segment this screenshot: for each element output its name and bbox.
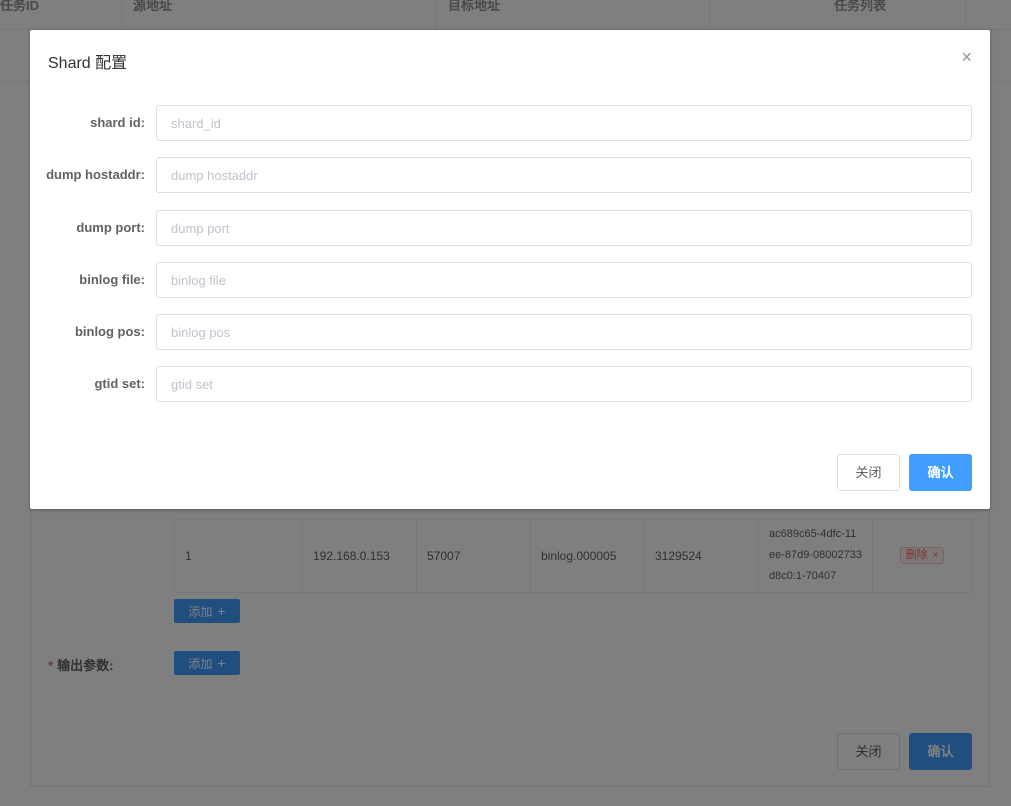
dump-hostaddr-input[interactable]: [156, 157, 972, 193]
gtid-set-input[interactable]: [156, 366, 972, 402]
shard-config-dialog: Shard 配置 × shard id: dump hostaddr: dump…: [30, 30, 990, 509]
form-row-dump-hostaddr: dump hostaddr:: [30, 157, 990, 193]
binlog-pos-input[interactable]: [156, 314, 972, 350]
dump-hostaddr-label: dump hostaddr:: [46, 167, 145, 182]
dialog-confirm-button[interactable]: 确认: [909, 454, 972, 491]
form-row-dump-port: dump port:: [30, 210, 990, 246]
shard-id-label: shard id:: [90, 115, 145, 130]
dialog-close-button[interactable]: 关闭: [837, 454, 900, 491]
dump-port-input[interactable]: [156, 210, 972, 246]
dump-port-label: dump port:: [76, 220, 145, 235]
form-row-binlog-file: binlog file:: [30, 262, 990, 298]
binlog-file-label: binlog file:: [79, 272, 145, 287]
shard-id-input[interactable]: [156, 105, 972, 141]
dialog-title: Shard 配置: [48, 55, 128, 72]
binlog-file-input[interactable]: [156, 262, 972, 298]
close-icon[interactable]: ×: [961, 48, 972, 66]
form-row-binlog-pos: binlog pos:: [30, 314, 990, 350]
gtid-set-label: gtid set:: [94, 376, 145, 391]
form-row-gtid-set: gtid set:: [30, 366, 990, 402]
binlog-pos-label: binlog pos:: [74, 324, 145, 339]
form-row-shard-id: shard id:: [30, 105, 990, 141]
